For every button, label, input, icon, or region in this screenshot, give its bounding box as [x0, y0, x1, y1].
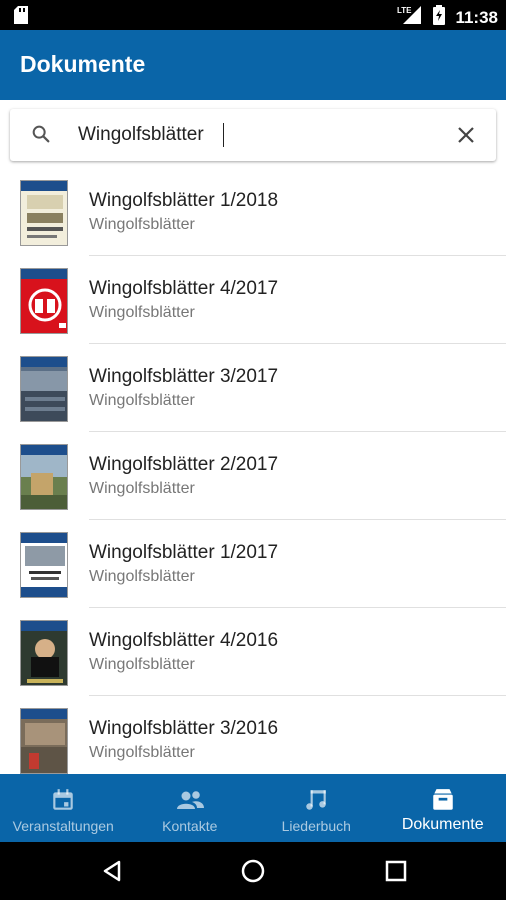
- search-icon: [30, 123, 52, 150]
- page-title: Dokumente: [20, 51, 146, 77]
- close-icon[interactable]: [456, 125, 476, 150]
- nav-item-liederbuch[interactable]: Liederbuch: [253, 774, 380, 842]
- clock: 11:38: [455, 7, 498, 27]
- search-bar: [10, 109, 496, 161]
- bottom-navigation: Veranstaltungen Kontakte Liederbuch Doku…: [0, 774, 506, 842]
- nav-label: Kontakte: [162, 818, 218, 834]
- document-cover-thumbnail: [20, 708, 68, 774]
- list-item[interactable]: Wingolfsblätter 3/2016 Wingolfsblätter: [0, 696, 506, 774]
- document-cover-thumbnail: [20, 356, 68, 422]
- document-title: Wingolfsblätter 3/2016: [89, 718, 279, 739]
- document-title: Wingolfsblätter 2/2017: [89, 454, 279, 475]
- back-icon[interactable]: [100, 859, 124, 888]
- document-subtitle: Wingolfsblätter: [89, 568, 195, 585]
- people-icon: [175, 787, 205, 818]
- music-note-icon: [303, 787, 329, 818]
- list-item[interactable]: Wingolfsblätter 3/2017 Wingolfsblätter: [0, 344, 506, 432]
- document-title: Wingolfsblätter 1/2017: [89, 542, 279, 563]
- status-bar: LTE 11:38: [0, 0, 506, 30]
- document-cover-thumbnail: [20, 268, 68, 334]
- document-title: Wingolfsblätter 3/2017: [89, 366, 279, 387]
- list-item[interactable]: Wingolfsblätter 1/2018 Wingolfsblätter: [0, 168, 506, 256]
- battery-icon: [433, 5, 446, 30]
- archive-icon: [429, 787, 457, 818]
- list-item[interactable]: Wingolfsblätter 4/2016 Wingolfsblätter: [0, 608, 506, 696]
- system-navigation-bar: [0, 842, 506, 900]
- list-item[interactable]: Wingolfsblätter 4/2017 Wingolfsblätter: [0, 256, 506, 344]
- document-cover-thumbnail: [20, 532, 68, 598]
- list-item[interactable]: Wingolfsblätter 1/2017 Wingolfsblätter: [0, 520, 506, 608]
- document-title: Wingolfsblätter 4/2017: [89, 278, 279, 299]
- signal-icon: LTE: [397, 4, 423, 31]
- text-caret: [223, 123, 224, 147]
- document-subtitle: Wingolfsblätter: [89, 480, 195, 497]
- document-cover-thumbnail: [20, 620, 68, 686]
- document-subtitle: Wingolfsblätter: [89, 744, 195, 761]
- document-cover-thumbnail: [20, 180, 68, 246]
- document-subtitle: Wingolfsblätter: [89, 304, 195, 321]
- nav-label: Liederbuch: [281, 818, 351, 834]
- nav-label: Dokumente: [401, 816, 484, 833]
- nav-item-kontakte[interactable]: Kontakte: [127, 774, 254, 842]
- nav-label: Veranstaltungen: [12, 818, 114, 834]
- document-subtitle: Wingolfsblätter: [89, 656, 195, 673]
- app-bar: Dokumente: [0, 30, 506, 100]
- document-cover-thumbnail: [20, 444, 68, 510]
- document-title: Wingolfsblätter 4/2016: [89, 630, 279, 651]
- list-item[interactable]: Wingolfsblätter 2/2017 Wingolfsblätter: [0, 432, 506, 520]
- nav-item-veranstaltungen[interactable]: Veranstaltungen: [0, 774, 127, 842]
- svg-text:LTE: LTE: [397, 6, 412, 15]
- document-subtitle: Wingolfsblätter: [89, 392, 195, 409]
- document-subtitle: Wingolfsblätter: [89, 216, 195, 233]
- home-icon[interactable]: [241, 859, 265, 888]
- recents-icon[interactable]: [385, 859, 407, 888]
- search-input[interactable]: [78, 117, 448, 153]
- nav-item-dokumente[interactable]: Dokumente: [380, 774, 506, 842]
- sd-card-icon: [14, 6, 28, 29]
- calendar-icon: [50, 787, 76, 818]
- document-list: Wingolfsblätter 1/2018 Wingolfsblätter W…: [0, 168, 506, 774]
- document-title: Wingolfsblätter 1/2018: [89, 190, 279, 211]
